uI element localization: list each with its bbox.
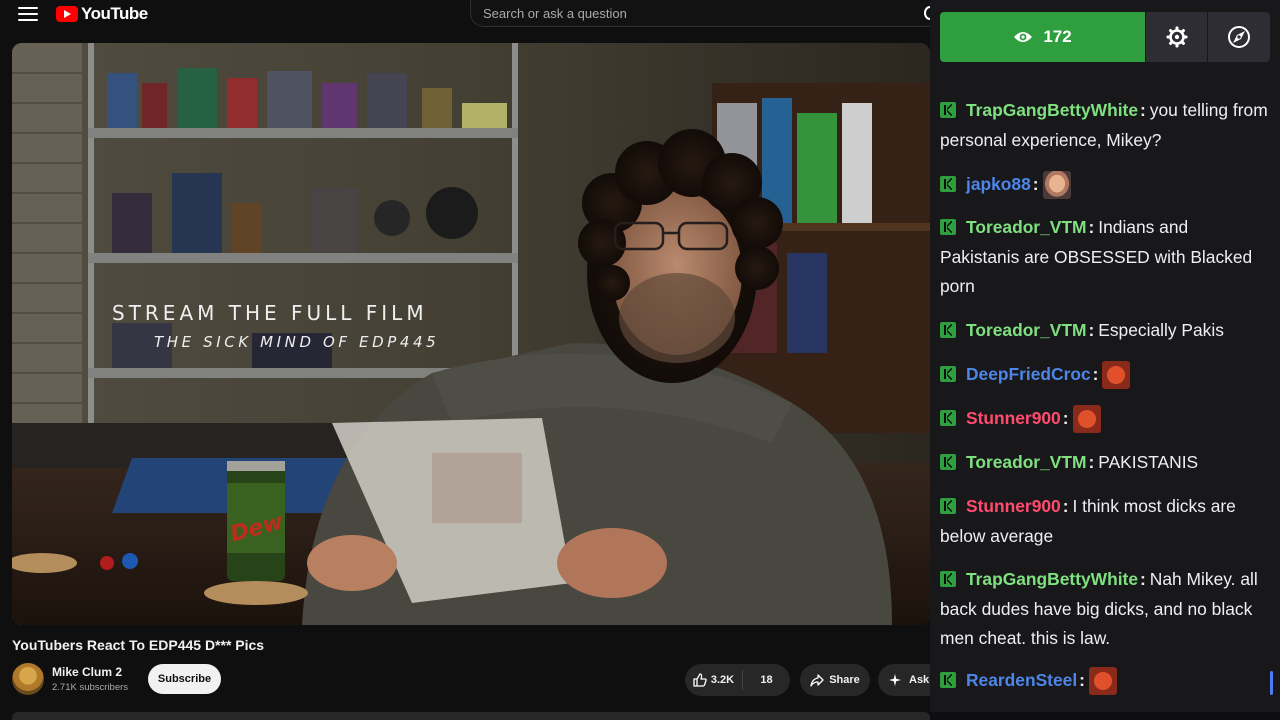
face-emote-icon <box>1072 405 1101 434</box>
kick-badge-icon <box>940 454 956 470</box>
kick-badge-icon <box>940 571 956 587</box>
chat-message: ReardenSteel: <box>940 666 1270 696</box>
dislike-count: 18 <box>760 674 773 686</box>
chat-message: Toreador_VTM: PAKISTANIS <box>940 448 1270 478</box>
face-emote-icon <box>1088 667 1117 696</box>
chat-message: Stunner900: <box>940 404 1270 434</box>
chat-username[interactable]: japko88 <box>966 174 1031 194</box>
overlay-text-line2: THE SICK MIND OF EDP445 <box>154 333 440 351</box>
description-box-edge <box>12 712 930 720</box>
search-bar[interactable] <box>470 0 940 27</box>
chat-message: japko88: <box>940 170 1270 200</box>
chat-username[interactable]: DeepFriedCroc <box>966 364 1091 384</box>
kick-badge-icon <box>940 672 956 688</box>
kick-badge-icon <box>940 498 956 514</box>
chat-message: TrapGangBettyWhite: Nah Mikey. all back d… <box>940 569 1258 648</box>
kick-badge-icon <box>940 322 956 338</box>
like-button[interactable]: 3.2K <box>685 664 742 696</box>
thumbs-up-icon <box>693 673 707 687</box>
hamburger-menu-icon[interactable] <box>18 5 38 23</box>
share-label: Share <box>829 674 860 686</box>
chat-message: Toreador_VTM: Indians and Pakistanis are … <box>940 217 1253 296</box>
youtube-logo[interactable]: YouTube <box>56 4 148 24</box>
chat-message: DeepFriedCroc: <box>940 360 1270 390</box>
chat-text: Especially Pakis <box>1098 320 1224 340</box>
kick-badge-icon <box>940 410 956 426</box>
chat-message: Stunner900: I think most dicks are below … <box>940 496 1236 546</box>
subscriber-count: 2.71K subscribers <box>52 682 129 693</box>
video-frame: Dew <box>12 43 930 625</box>
chat-panel: 172 TrapGangBettyWhite: you telling from… <box>930 0 1280 720</box>
face-emote-icon <box>1102 361 1131 390</box>
chat-text: PAKISTANIS <box>1098 452 1199 472</box>
sparkle-icon <box>889 674 901 686</box>
overlay-text-line1: STREAM THE FULL FILM <box>112 301 428 325</box>
chat-input-area[interactable] <box>930 712 1280 720</box>
video-player[interactable]: Dew STREAM THE FULL FILM THE SICK MIND O… <box>12 43 930 625</box>
ask-label: Ask <box>909 674 930 686</box>
chat-username[interactable]: TrapGangBettyWhite <box>966 100 1138 120</box>
channel-avatar[interactable] <box>12 663 44 695</box>
kick-badge-icon <box>940 219 956 235</box>
channel-name[interactable]: Mike Clum 2 <box>52 665 122 679</box>
ask-button[interactable]: Ask <box>878 664 938 696</box>
eye-icon <box>1014 32 1033 42</box>
chat-message: Toreador_VTM: Especially Pakis <box>940 316 1270 346</box>
gear-icon <box>1166 26 1187 48</box>
chat-message: TrapGangBettyWhite: you telling from pers… <box>940 100 1268 150</box>
popout-button[interactable] <box>1208 12 1270 62</box>
share-button[interactable]: Share <box>800 664 870 696</box>
like-count: 3.2K <box>710 674 735 686</box>
chat-username[interactable]: ReardenSteel <box>966 670 1077 690</box>
youtube-play-icon <box>56 6 78 22</box>
youtube-header: YouTube <box>0 0 940 30</box>
compass-popout-icon <box>1228 26 1250 48</box>
share-icon <box>810 673 824 687</box>
video-title: YouTubers React To EDP445 D*** Pics <box>12 637 265 653</box>
dislike-button[interactable]: 18 <box>743 664 790 696</box>
settings-button[interactable] <box>1146 12 1207 62</box>
face-emote-icon <box>1042 171 1071 200</box>
like-dislike-group: 3.2K 18 <box>685 664 790 696</box>
kick-badge-icon <box>940 102 956 118</box>
chat-username[interactable]: TrapGangBettyWhite <box>966 569 1138 589</box>
chat-username[interactable]: Stunner900 <box>966 496 1061 516</box>
search-input[interactable] <box>483 5 903 21</box>
chat-username[interactable]: Toreador_VTM <box>966 452 1086 472</box>
logo-text: YouTube <box>81 4 148 23</box>
clipped-chat-line <box>970 62 1170 71</box>
chat-username[interactable]: Stunner900 <box>966 408 1061 428</box>
kick-badge-icon <box>940 176 956 192</box>
chat-username[interactable]: Toreador_VTM <box>966 217 1086 237</box>
chat-username[interactable]: Toreador_VTM <box>966 320 1086 340</box>
chat-scrollbar[interactable] <box>1270 671 1273 695</box>
subscribe-button[interactable]: Subscribe <box>148 664 221 694</box>
kick-badge-icon <box>940 366 956 382</box>
viewer-count-button[interactable]: 172 <box>940 12 1145 62</box>
viewer-count: 172 <box>1043 27 1072 46</box>
